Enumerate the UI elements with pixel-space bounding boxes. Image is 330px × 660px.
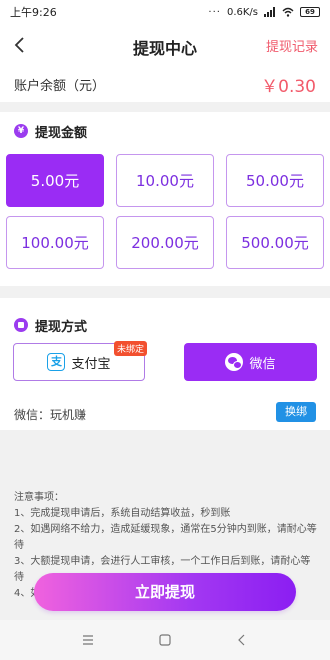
method-section: 提现方式 支 支付宝 未绑定 微信 微信：玩机赚 换绑 bbox=[0, 298, 330, 430]
chevron-left-icon bbox=[237, 634, 245, 646]
back-button[interactable] bbox=[10, 34, 30, 56]
home-button[interactable] bbox=[150, 625, 180, 655]
note-item: 1、完成提现申请后，系统自动结算收益，秒到账 bbox=[14, 508, 231, 519]
method-section-title: 提现方式 bbox=[35, 319, 88, 335]
balance-label: 账户余额（元） bbox=[14, 78, 106, 94]
amount-option-500[interactable]: 500.00元 bbox=[226, 216, 324, 269]
balance-row: 账户余额（元） ￥0.30 bbox=[0, 66, 330, 102]
amount-option-100[interactable]: 100.00元 bbox=[6, 216, 104, 269]
amount-option-5[interactable]: 5.00元 bbox=[6, 154, 104, 207]
rebind-button[interactable]: 换绑 bbox=[276, 402, 316, 422]
wallet-icon bbox=[14, 318, 28, 332]
alipay-icon: 支 bbox=[47, 353, 66, 371]
status-time: 上午9:26 bbox=[10, 6, 57, 19]
alipay-label: 支付宝 bbox=[71, 356, 111, 372]
battery-icon: 69 bbox=[300, 7, 320, 17]
menu-icon bbox=[83, 635, 94, 645]
wechat-option[interactable]: 微信 bbox=[184, 343, 317, 381]
amount-option-50[interactable]: 50.00元 bbox=[226, 154, 324, 207]
amount-section-title: 提现金额 bbox=[35, 125, 88, 141]
note-item: 2、如遇网络不给力，造成延缓现象，通常在5分钟内到账，请耐心等待 bbox=[14, 524, 317, 551]
chevron-left-icon bbox=[14, 37, 24, 53]
unbound-badge: 未绑定 bbox=[113, 341, 147, 356]
yen-icon: ¥ bbox=[14, 124, 28, 138]
wechat-account-text: 微信：玩机赚 bbox=[14, 408, 87, 422]
status-indicators: ··· 0.6K/s 69 bbox=[208, 7, 320, 18]
amount-options: 5.00元 10.00元 50.00元 100.00元 200.00元 500.… bbox=[6, 154, 324, 269]
network-speed: 0.6K/s bbox=[226, 6, 258, 18]
alipay-option[interactable]: 支 支付宝 未绑定 bbox=[13, 341, 147, 381]
wechat-label: 微信 bbox=[249, 356, 276, 372]
method-section-header: 提现方式 bbox=[0, 298, 330, 344]
nav-bar: 提现中心 提现记录 bbox=[0, 24, 330, 66]
amount-option-200[interactable]: 200.00元 bbox=[116, 216, 214, 269]
amount-section: ¥ 提现金额 5.00元 10.00元 50.00元 100.00元 200.0… bbox=[0, 112, 330, 286]
status-bar: 上午9:26 ··· 0.6K/s 69 bbox=[0, 0, 330, 24]
notes-title: 注意事项： bbox=[14, 492, 64, 503]
amount-section-header: ¥ 提现金额 bbox=[0, 112, 330, 150]
menu-button[interactable] bbox=[73, 625, 103, 655]
notification-dots: ··· bbox=[208, 6, 221, 18]
signal-icon bbox=[264, 7, 275, 17]
square-icon bbox=[159, 634, 171, 646]
system-nav-bar bbox=[0, 620, 330, 660]
system-back-button[interactable] bbox=[227, 625, 257, 655]
wifi-icon bbox=[282, 7, 294, 17]
withdraw-record-link[interactable]: 提现记录 bbox=[266, 36, 318, 55]
balance-value: ￥0.30 bbox=[261, 76, 316, 97]
amount-option-10[interactable]: 10.00元 bbox=[116, 154, 214, 207]
wechat-icon bbox=[225, 353, 244, 371]
withdraw-now-button[interactable]: 立即提现 bbox=[34, 573, 296, 611]
